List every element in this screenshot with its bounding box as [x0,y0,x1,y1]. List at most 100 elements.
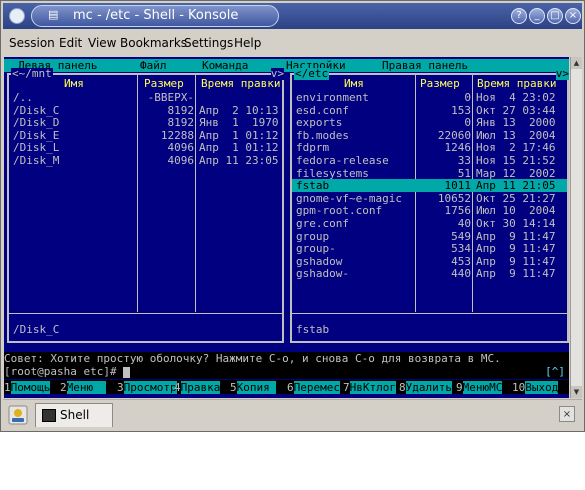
konsole-app-icon[interactable] [9,8,25,24]
left-file-time: Апр 1 01:12 [199,128,279,142]
prompt-bracket-indicator: [^] [545,365,565,378]
menu-session[interactable]: Session [9,36,55,50]
right-file-row[interactable]: fb.modes 22060 Июл 13 2004 [292,129,567,142]
left-file-time: Апр 11 23:05 [199,154,279,167]
sticky-pin-icon[interactable]: ▤ [48,9,60,20]
right-file-name: environment [296,91,369,104]
terminal-scrollbar[interactable]: ▲ ▼ [570,57,582,398]
left-file-row[interactable]: /Disk_L 4096 Апр 1 01:12 [9,141,282,154]
fkey-label: НвКтлог [349,381,396,394]
left-file-row[interactable]: /Disk_C 8192 Апр 2 10:13 [9,104,282,117]
left-header-name: Имя [64,77,84,90]
close-button[interactable]: × [565,8,581,24]
right-file-row[interactable]: group 549 Апр 9 11:47 [292,230,567,243]
mc-menu-command[interactable]: Команда [202,59,248,72]
right-file-row[interactable]: environment 0 Ноя 4 23:02 [292,91,567,104]
fkey-3-button[interactable]: 3Просмотр [117,381,177,394]
menu-bookmarks[interactable]: Bookmarks [120,36,187,50]
right-file-size: 153 [451,103,471,117]
right-file-size: 0 [464,91,471,104]
fkey-10-button[interactable]: 10Выход [512,381,559,394]
left-file-row[interactable]: /Disk_M 4096 Апр 11 23:05 [9,154,282,167]
right-file-row[interactable]: esd.conf 153 Окт 27 03:44 [292,104,567,117]
fkey-7-button[interactable]: 7НвКтлог [343,381,396,394]
right-file-name: gnome-vf~e-magic [296,191,402,205]
menu-view[interactable]: View [88,36,116,50]
scroll-down-arrow-icon[interactable]: ▼ [571,386,582,398]
left-file-size: 4096 [167,154,195,167]
left-header-size: Размер [144,77,184,90]
right-panel[interactable]: </etc v> Имя Размер Время правки environ… [290,68,569,343]
left-panel[interactable]: <~/mnt v> Имя Размер Время правки /.. -ВВ… [7,68,284,343]
left-file-row[interactable]: /Disk_E 12288 Апр 1 01:12 [9,129,282,142]
maximize-button[interactable]: □ [547,8,563,24]
title-bar[interactable]: ▤ mc - /etc - Shell - Konsole ? _ □ × [3,3,582,29]
left-file-name: /Disk_C [13,103,60,117]
right-file-row[interactable]: gshadow 453 Апр 9 11:47 [292,255,567,268]
right-file-time: Ноя 15 21:52 [476,154,556,167]
mc-menu-right-panel[interactable]: Правая панель [382,59,468,72]
fkey-4-button[interactable]: 4Правка [174,381,221,394]
left-file-time: Апр 2 10:13 [199,103,279,117]
right-file-row[interactable]: exports 0 Янв 13 2000 [292,116,567,129]
tab-shell[interactable]: Shell [35,403,113,427]
right-panel-corner[interactable]: v> [555,68,569,80]
right-file-row[interactable]: group- 534 Апр 9 11:47 [292,242,567,255]
window-title: mc - /etc - Shell - Konsole [73,8,239,23]
right-file-size: 453 [451,254,471,268]
close-session-button[interactable]: × [559,406,575,422]
left-header-time: Время правки [201,77,281,90]
fkey-8-button[interactable]: 8Удалить [399,381,452,394]
right-file-row[interactable]: gshadow- 440 Апр 9 11:47 [292,267,567,280]
fkey-number: 3 [117,381,124,394]
shell-prompt-line[interactable]: [root@pasha etc]# [^] [4,365,569,379]
right-file-time: Ноя 2 17:46 [476,141,556,155]
fkey-label: Меню [66,381,107,394]
fkey-label: МенюМС [462,381,503,394]
minimize-button[interactable]: _ [529,8,545,24]
right-file-time: Апр 9 11:47 [476,254,556,268]
right-file-time: Мар 12 2002 [476,166,556,180]
fkey-number: 2 [60,381,67,394]
right-file-name: gre.conf [296,217,349,230]
right-file-row[interactable]: fdprm 1246 Ноя 2 17:46 [292,141,567,154]
fkey-number: 7 [343,381,350,394]
right-status-divider [292,313,567,314]
right-file-row[interactable]: fstab 1011 Апр 11 21:05 [292,179,567,193]
right-file-row[interactable]: gpm-root.conf 1756 Июл 10 2004 [292,204,567,217]
mc-menu-file[interactable]: Файл [140,59,167,72]
left-file-size: 8192 [167,116,195,130]
new-session-icon[interactable] [8,405,28,425]
menu-edit[interactable]: Edit [59,36,82,50]
right-file-size: 440 [451,267,471,281]
fkey-number: 4 [174,381,181,394]
terminal-area[interactable]: Левая панель Файл Команда Настройки Прав… [4,57,569,398]
fkey-1-button[interactable]: 1Помощь [4,381,51,394]
left-status-divider [9,313,282,314]
fkey-number: 9 [456,381,463,394]
fkey-9-button[interactable]: 9МенюМС [456,381,503,394]
right-file-size: 40 [457,217,471,230]
text-cursor [123,366,131,378]
fkey-2-button[interactable]: 2Меню [60,381,107,394]
left-file-row[interactable]: /Disk_D 8192 Янв 1 1970 [9,116,282,129]
right-file-row[interactable]: filesystems 51 Мар 12 2002 [292,167,567,180]
right-file-name: exports [296,116,343,130]
right-file-row[interactable]: gre.conf 40 Окт 30 14:14 [292,217,567,230]
right-file-time: Ноя 4 23:02 [476,91,556,104]
right-file-time: Июл 10 2004 [476,204,556,218]
scroll-up-arrow-icon[interactable]: ▲ [571,57,582,69]
right-file-name: filesystems [296,166,369,180]
help-button[interactable]: ? [511,8,527,24]
right-header-size: Размер [420,77,460,90]
right-file-row[interactable]: fedora-release 33 Ноя 15 21:52 [292,154,567,167]
fkey-6-button[interactable]: 6Перемес [287,381,340,394]
fkey-number: 8 [399,381,406,394]
right-file-size: 1011 [444,179,472,193]
fkey-5-button[interactable]: 5Копия [230,381,277,394]
menu-settings[interactable]: Settings [184,36,233,50]
menu-help[interactable]: Help [234,36,261,50]
right-file-name: group [296,229,330,243]
left-file-row[interactable]: /.. -ВВЕРХ- [9,91,282,104]
right-file-row[interactable]: gnome-vf~e-magic 10652 Окт 25 21:27 [292,192,567,205]
